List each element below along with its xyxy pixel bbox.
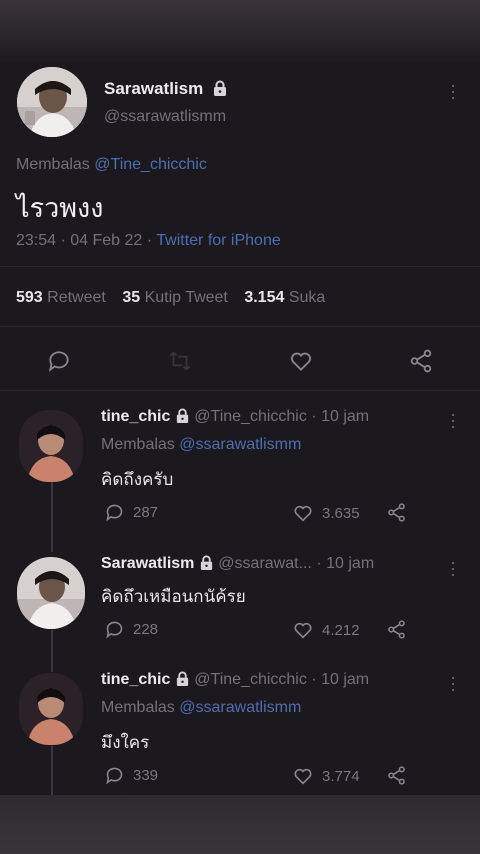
more-icon[interactable]: · · · — [449, 668, 457, 698]
divider — [0, 390, 480, 391]
reply-to-link[interactable]: @ssarawatlismm — [179, 699, 301, 716]
reply-like-button[interactable]: 3.635 — [292, 502, 360, 524]
reply-prefix: Membalas — [16, 156, 90, 173]
main-author-handle[interactable]: @ssarawatlismm — [104, 108, 226, 126]
like-icon — [294, 622, 312, 639]
main-share-button[interactable] — [408, 348, 434, 374]
tweet-source-link[interactable]: Twitter for iPhone — [156, 232, 281, 249]
reply-author-handle[interactable]: @Tine_chicchic — [194, 408, 307, 425]
reply-header: Sarawatlism @ssarawat... · 10 jam — [101, 555, 374, 575]
share-icon — [388, 620, 405, 639]
thread-line — [51, 482, 53, 552]
share-icon — [388, 503, 405, 522]
share-icon — [388, 766, 405, 785]
reply-context: Membalas @ssarawatlismm — [101, 436, 301, 454]
thread-line — [51, 746, 53, 796]
bottom-blur-band — [0, 795, 480, 854]
reply-share-button[interactable] — [386, 765, 407, 786]
like-label: Suka — [288, 289, 326, 306]
main-reply-button[interactable] — [46, 348, 72, 374]
reply-time: · 10 jam — [316, 555, 375, 572]
quote-label: Kutip Tweet — [144, 289, 228, 306]
like-icon — [290, 352, 312, 371]
reply-avatar[interactable] — [17, 557, 85, 629]
top-blur-band — [0, 0, 480, 62]
divider — [0, 326, 480, 327]
reply-reply-button[interactable]: 287 — [104, 502, 158, 523]
lock-icon — [175, 408, 190, 428]
like-count: 3.774 — [322, 767, 360, 785]
main-avatar[interactable] — [17, 67, 87, 137]
reply-icon — [48, 351, 69, 372]
retweet-icon — [169, 351, 191, 371]
main-tweet-meta: 23:54 · 04 Feb 22 · Twitter for iPhone — [16, 232, 281, 250]
lock-icon — [212, 80, 228, 101]
reply-author-name[interactable]: Sarawatlism — [101, 555, 194, 572]
reply-time: · 10 jam — [311, 408, 370, 425]
tweet-timestamp: 23:54 · 04 Feb 22 · — [16, 232, 153, 249]
reply-icon — [106, 621, 123, 639]
main-author[interactable]: Sarawatlism — [104, 79, 228, 101]
main-retweet-button[interactable] — [167, 348, 193, 374]
retweet-label: Retweet — [47, 289, 106, 306]
main-author-name[interactable]: Sarawatlism — [104, 79, 203, 98]
reply-avatar[interactable] — [19, 673, 83, 745]
reply-text: คิดถึงครับ — [101, 470, 174, 490]
reply-context: Membalas @ssarawatlismm — [101, 699, 301, 717]
more-icon[interactable]: · · · — [449, 553, 457, 583]
reply-prefix: Membalas — [101, 699, 175, 716]
reply-icon — [106, 504, 123, 522]
reply-time: · 10 jam — [311, 671, 370, 688]
main-like-button[interactable] — [288, 348, 314, 374]
more-icon[interactable]: · · · — [449, 405, 457, 435]
reply-avatar[interactable] — [19, 410, 83, 482]
reply-header: tine_chic @Tine_chicchic · 10 jam — [101, 408, 369, 428]
reply-author-name[interactable]: tine_chic — [101, 408, 170, 425]
reply-icon — [106, 767, 123, 785]
main-reply-context: Membalas @Tine_chicchic — [16, 156, 207, 174]
main-tweet-stats: 593 Retweet 35 Kutip Tweet 3.154 Suka — [16, 289, 325, 307]
share-icon — [410, 349, 432, 373]
reply-to-link[interactable]: @ssarawatlismm — [179, 436, 301, 453]
reply-reply-button[interactable]: 339 — [104, 765, 158, 786]
more-icon[interactable]: · · · — [449, 76, 457, 106]
like-icon — [294, 768, 312, 785]
reply-share-button[interactable] — [386, 619, 407, 640]
reply-reply-button[interactable]: 228 — [104, 619, 158, 640]
retweet-stat[interactable]: 593 Retweet — [16, 289, 106, 306]
like-icon — [294, 505, 312, 522]
like-stat[interactable]: 3.154 Suka — [244, 289, 325, 306]
reply-like-button[interactable]: 3.774 — [292, 765, 360, 787]
retweet-count: 593 — [16, 289, 43, 306]
main-tweet-text: ไรวพงง — [16, 193, 104, 224]
quote-count: 35 — [122, 289, 141, 306]
reply-author-name[interactable]: tine_chic — [101, 671, 170, 688]
reply-count: 287 — [133, 504, 159, 521]
reply-header: tine_chic @Tine_chicchic · 10 jam — [101, 671, 369, 691]
reply-to-link[interactable]: @Tine_chicchic — [94, 156, 207, 173]
lock-icon — [199, 555, 214, 575]
like-count: 3.154 — [244, 289, 285, 306]
reply-count: 228 — [133, 621, 159, 638]
thread-line — [51, 630, 53, 672]
reply-count: 339 — [133, 767, 159, 784]
reply-share-button[interactable] — [386, 502, 407, 523]
reply-text: มึงใคร — [101, 733, 150, 753]
quote-stat[interactable]: 35 Kutip Tweet — [122, 289, 228, 306]
reply-text: คิดถึวเหมือนกนัค้รย — [101, 587, 246, 607]
reply-like-button[interactable]: 4.212 — [292, 619, 360, 641]
reply-author-handle[interactable]: @Tine_chicchic — [194, 671, 307, 688]
reply-prefix: Membalas — [101, 436, 175, 453]
divider — [0, 266, 480, 267]
like-count: 4.212 — [322, 621, 360, 639]
lock-icon — [175, 671, 190, 691]
reply-author-handle[interactable]: @ssarawat... — [218, 555, 312, 572]
like-count: 3.635 — [322, 504, 360, 522]
tweet-thread-screen: Sarawatlism @ssarawatlismm · · · Membalas … — [0, 62, 480, 796]
